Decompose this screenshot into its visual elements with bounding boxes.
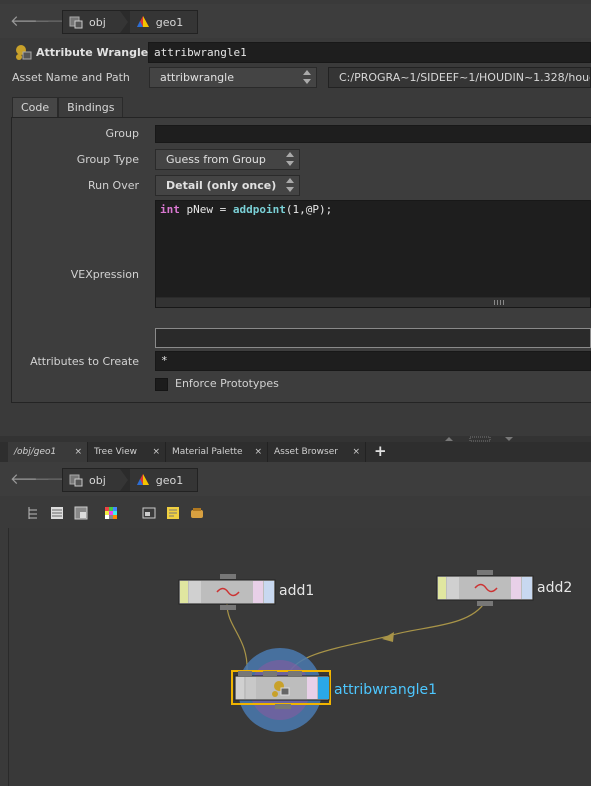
crumb-label: obj [89,473,106,487]
help-text-field[interactable] [155,328,591,348]
network-editor[interactable]: add1 add2 attribwrangle1 [8,528,591,786]
parm-tabs: Code Bindings [12,97,591,117]
geometry-icon [136,474,149,485]
group-type-dropdown[interactable]: Guess from Group [155,149,300,170]
add2-node[interactable] [436,570,534,606]
crumb-obj[interactable]: obj [63,11,120,33]
obj-network-icon [69,16,83,29]
attributes-create-label: Attributes to Create [30,355,139,368]
path-bar: obj geo1 [62,468,199,492]
enforce-prototypes-checkbox[interactable] [155,378,168,391]
code-keyword: int [160,203,180,216]
group-field[interactable] [155,125,591,143]
pane-tab-label: Material Palette [172,447,243,457]
crumb-separator [119,11,130,33]
vexpression-label: VEXpression [70,268,139,281]
node-type-label: Attribute Wrangle [36,45,149,59]
tree-layout-icon[interactable] [26,506,40,520]
add-tab-icon[interactable]: + [374,442,387,462]
network-canvas [178,570,534,732]
list-view-icon[interactable] [50,506,64,520]
tab-network-obj-geo1[interactable]: /obj/geo1 × [8,442,88,462]
path-bar: obj geo1 [62,10,199,34]
editor-resize-handle[interactable] [156,297,590,307]
close-icon[interactable]: × [74,442,82,462]
pane-tab-label: Tree View [94,447,137,457]
color-palette-icon[interactable] [104,506,118,520]
crumb-obj[interactable]: obj [63,469,120,491]
subnet-box-icon[interactable] [190,506,204,520]
node-label-attribwrangle1[interactable]: attribwrangle1 [334,682,437,698]
run-over-dropdown[interactable]: Detail (only once) [155,175,300,196]
tab-asset-browser[interactable]: Asset Browser × [268,442,366,462]
close-icon[interactable]: × [254,442,262,462]
group-type-label: Group Type [76,153,139,166]
grip-icon [494,300,506,305]
node-label-add1[interactable]: add1 [279,583,314,599]
asset-name-value: attribwrangle [160,71,234,84]
parameter-frame: Group Group Type Guess from Group Run Ov… [11,117,591,403]
crumb-separator [119,469,130,491]
network-box-icon[interactable] [142,506,156,520]
forward-arrow-icon[interactable]: 🡒 [34,469,74,489]
forward-arrow-icon[interactable]: 🡒 [34,11,74,31]
wire-add1-to-wrangle [226,603,248,674]
crumb-label: obj [89,15,106,29]
tab-bindings[interactable]: Bindings [58,97,124,117]
updown-arrows-icon [286,152,294,166]
group-label: Group [105,127,140,140]
tab-material-palette[interactable]: Material Palette × [166,442,268,462]
tab-tree-view[interactable]: Tree View × [88,442,166,462]
asset-name-dropdown[interactable]: attribwrangle [149,67,317,88]
back-arrow-icon[interactable]: 🡐 [10,469,50,489]
group-type-value: Guess from Group [166,153,266,166]
run-over-value: Detail (only once) [166,179,277,192]
enforce-prototypes-label: Enforce Prototypes [175,377,279,390]
crumb-geo1[interactable]: geo1 [129,469,198,491]
asset-row: Asset Name and Path attribwrangle C:/PRO… [0,66,591,90]
asset-path-field[interactable]: C:/PROGRA~1/SIDEEF~1/HOUDIN~1.328/houdi [328,67,591,88]
close-icon[interactable]: × [352,442,360,462]
pane-tab-label: Asset Browser [274,447,338,457]
code-args: (1,@P); [285,203,333,216]
parameter-pane-nav: 🡐 🡒 obj geo1 [0,4,591,38]
wrangle-node-icon [16,45,32,60]
node-name-field[interactable]: attribwrangle1 [148,42,591,63]
back-arrow-icon[interactable]: 🡐 [10,11,50,31]
asset-label: Asset Name and Path [12,71,130,84]
code-variable: pNew = [179,203,233,216]
sticky-note-icon[interactable] [166,506,180,520]
node-header: Attribute Wrangle attribwrangle1 [0,40,591,64]
geometry-icon [136,16,149,27]
pane-tab-label: /obj/geo1 [14,447,57,457]
pane-tab-strip: /obj/geo1 × Tree View × Material Palette… [0,442,591,462]
crumb-label: geo1 [155,15,184,29]
tab-code[interactable]: Code [12,97,59,117]
updown-arrows-icon [303,70,311,84]
network-pane-nav: 🡐 🡒 obj geo1 [0,462,591,496]
vex-code-editor[interactable]: int pNew = addpoint(1,@P); [155,200,591,308]
obj-network-icon [69,474,83,487]
attributes-create-field[interactable]: * [155,351,591,371]
crumb-label: geo1 [155,473,184,487]
node-label-add2[interactable]: add2 [537,580,572,596]
close-icon[interactable]: × [152,442,160,462]
thumbnail-view-icon[interactable] [74,506,88,520]
code-function: addpoint [232,203,286,216]
run-over-label: Run Over [87,179,139,192]
crumb-geo1[interactable]: geo1 [129,11,198,33]
network-toolbar [0,498,591,528]
updown-arrows-icon [286,178,294,192]
